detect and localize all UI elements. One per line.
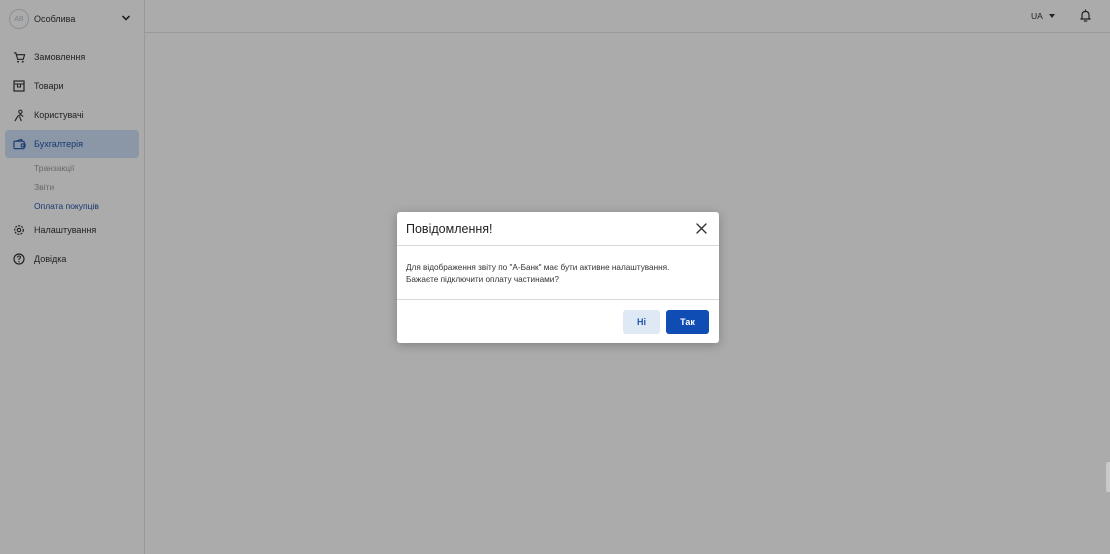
app-root: AB Особлива Замовлення Товари Користувач… bbox=[0, 0, 1110, 554]
dialog-title: Повідомлення! bbox=[406, 222, 493, 236]
dialog-message: Для відображення звіту по "А-Банк" має б… bbox=[406, 262, 711, 285]
dialog-message-line: Бажаєте підключити оплату частинами? bbox=[406, 274, 559, 284]
dialog-message-line: Для відображення звіту по "А-Банк" має б… bbox=[406, 263, 670, 272]
close-icon[interactable] bbox=[696, 223, 707, 234]
scrollbar[interactable] bbox=[1106, 462, 1110, 492]
yes-button[interactable]: Так bbox=[666, 310, 709, 334]
divider bbox=[397, 299, 719, 300]
no-button[interactable]: Ні bbox=[623, 310, 660, 334]
confirmation-dialog: Повідомлення! Для відображення звіту по … bbox=[397, 212, 719, 343]
dialog-header: Повідомлення! bbox=[397, 212, 719, 246]
